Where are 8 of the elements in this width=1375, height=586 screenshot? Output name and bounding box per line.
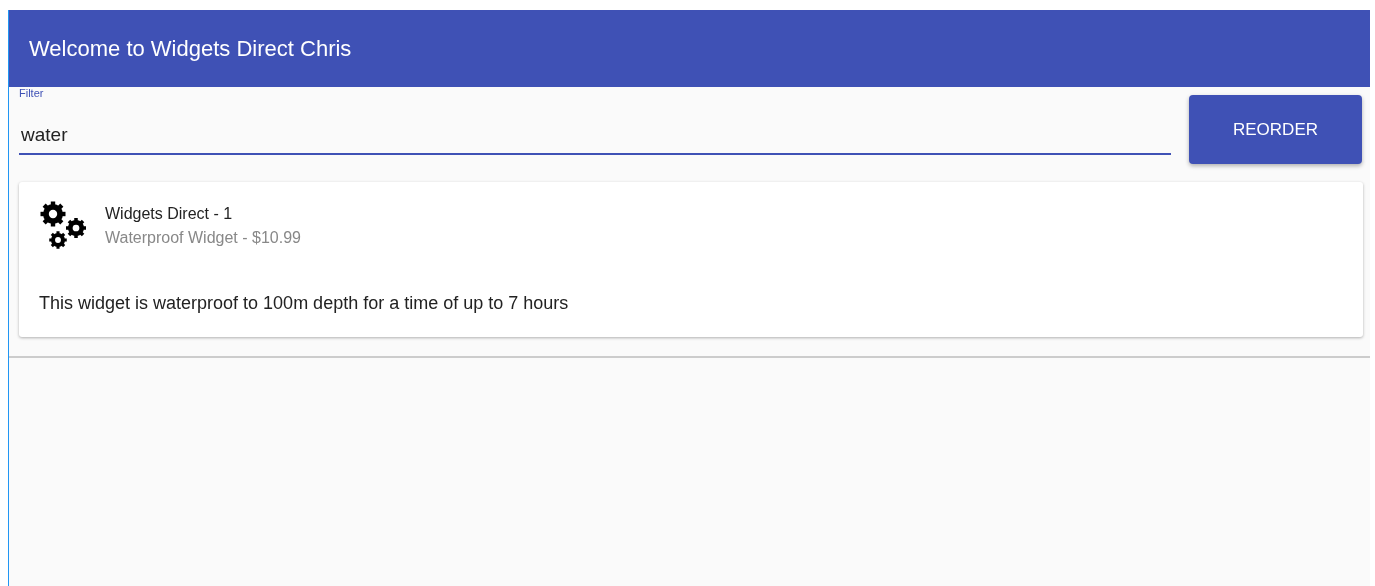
filter-label: Filter xyxy=(19,88,44,99)
item-subtitle: Waterproof Widget - $10.99 xyxy=(105,228,301,248)
reorder-button[interactable]: REORDER xyxy=(1189,95,1362,164)
filter-field[interactable]: water xyxy=(19,117,1171,155)
app-title: Welcome to Widgets Direct Chris xyxy=(29,35,352,63)
item-title: Widgets Direct - 1 xyxy=(105,204,233,224)
item-description: This widget is waterproof to 100m depth for a time of up to 7 hours xyxy=(39,292,570,315)
gears-icon xyxy=(39,200,89,250)
